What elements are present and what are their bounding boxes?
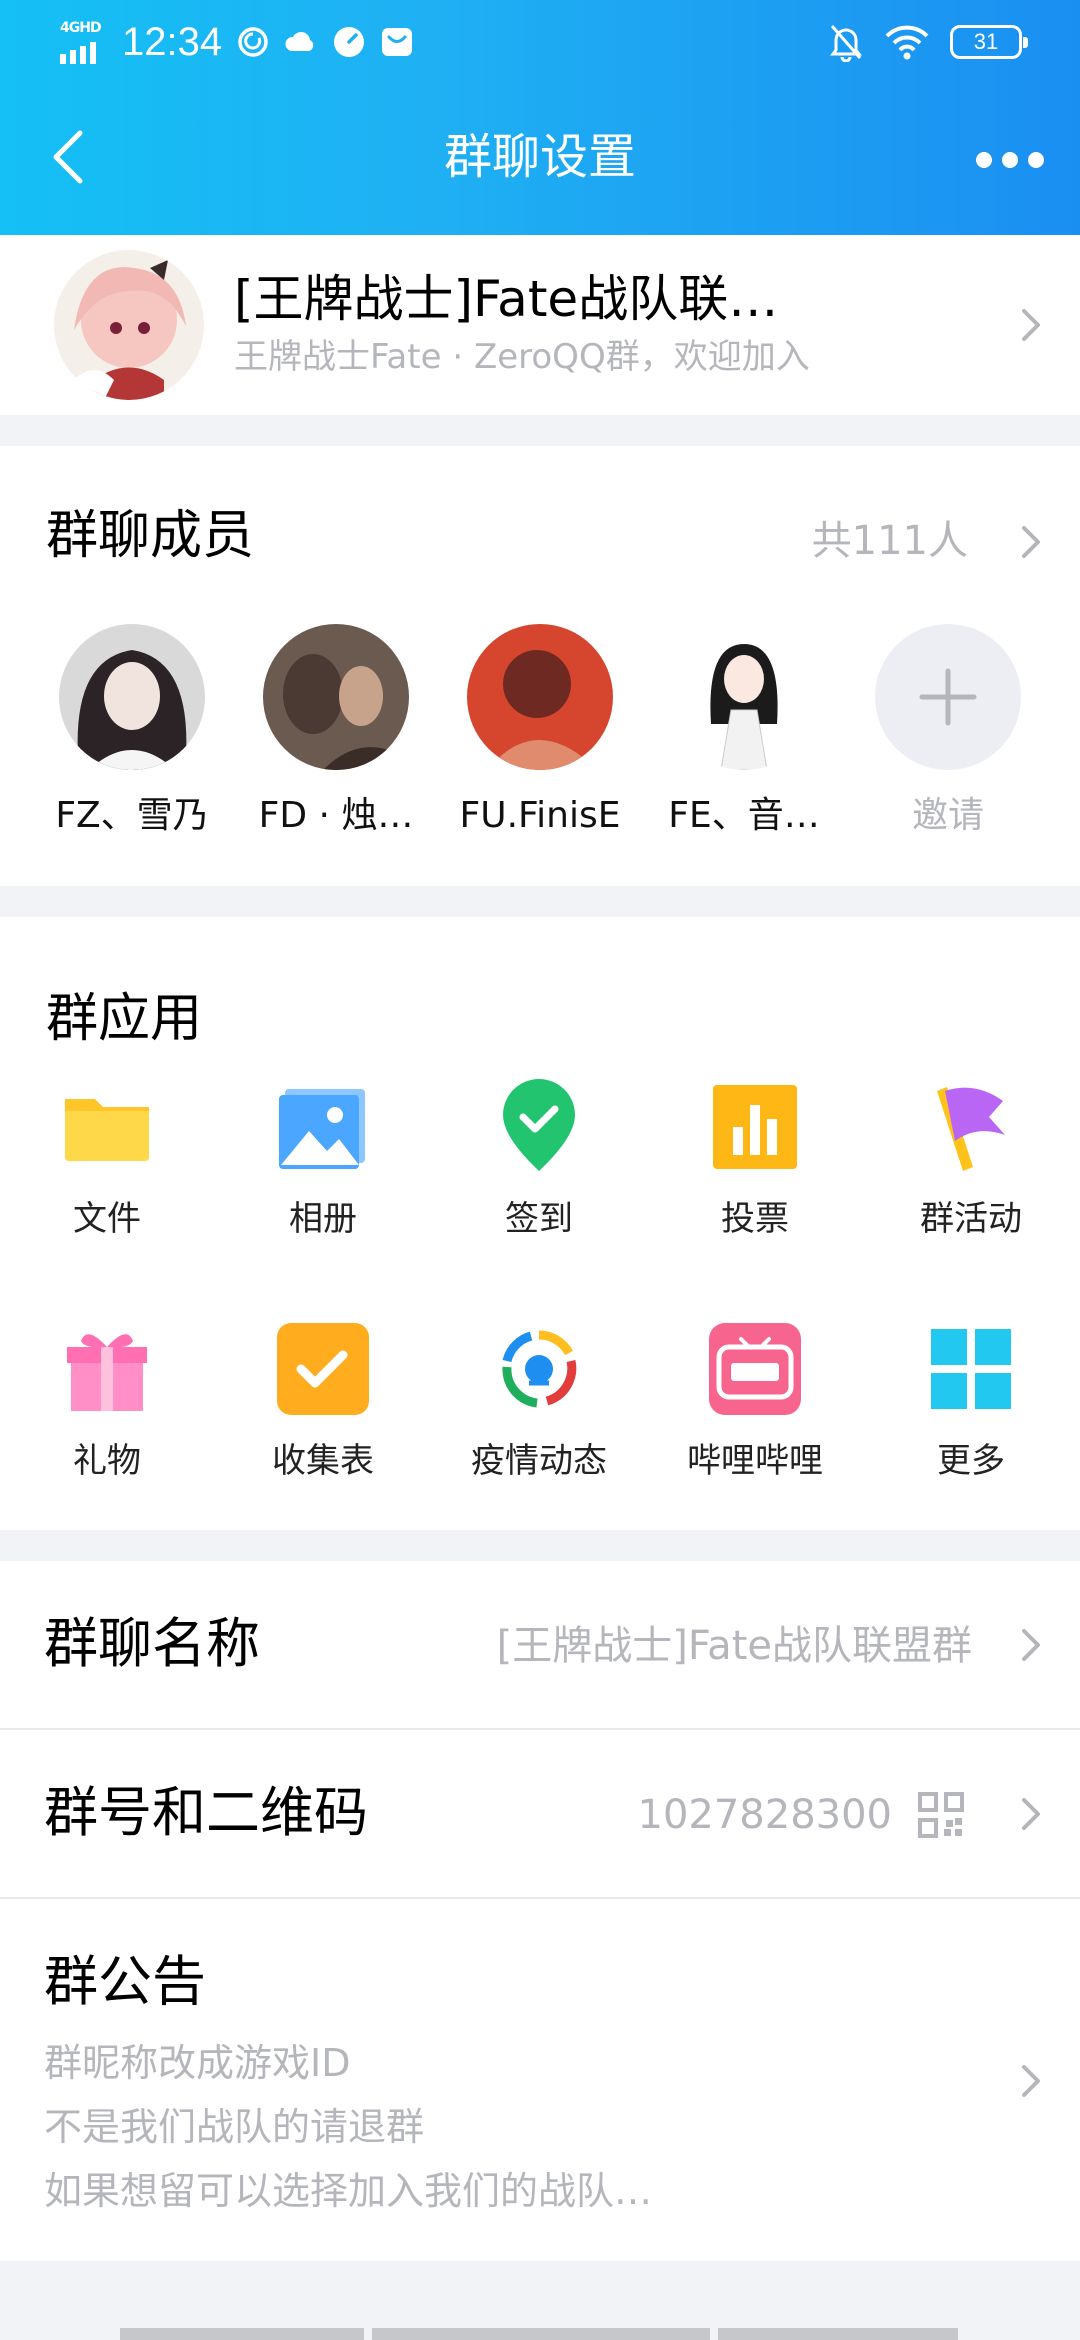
invite-avatar	[875, 624, 1021, 770]
wifi-icon	[885, 25, 929, 60]
app-form[interactable]: 收集表	[238, 1321, 408, 1483]
announcement-line: 不是我们战队的请退群	[44, 2105, 425, 2149]
member-name: FE、音…	[668, 795, 820, 836]
app-label: 疫情动态	[471, 1441, 607, 1481]
app-label: 相册	[289, 1199, 357, 1239]
netease-music-icon	[238, 27, 268, 57]
app-label: 更多	[937, 1441, 1005, 1481]
bilibili-icon	[709, 1323, 801, 1415]
album-icon	[279, 1089, 365, 1169]
app-epidemic[interactable]: 疫情动态	[454, 1321, 624, 1483]
header-bar: 4GHD 12:34 31 群聊设置	[0, 0, 1080, 235]
folder-icon	[65, 1099, 149, 1161]
group-id-row[interactable]: 群号和二维码 1027828300	[0, 1730, 1080, 1897]
app-label: 文件	[73, 1199, 141, 1239]
app-more[interactable]: 更多	[886, 1321, 1056, 1483]
member-avatar	[263, 624, 409, 770]
vote-icon	[713, 1085, 797, 1169]
member-item[interactable]: FZ、雪乃	[48, 624, 216, 840]
group-apps-card: 群应用 文件 相册 签到 投票 群活动 礼物 收集表 疫情动态 哔哩哔哩 更多	[0, 917, 1080, 1530]
speed-icon	[334, 27, 365, 57]
member-item[interactable]: FD · 烛…	[252, 624, 420, 840]
signal-icon: 4GHD	[58, 20, 108, 64]
app-file[interactable]: 文件	[22, 1079, 192, 1241]
group-description: 王牌战士Fate · ZeroQQ群，欢迎加入	[234, 337, 810, 377]
chevron-right-icon	[1020, 1627, 1042, 1663]
group-name: [王牌战士]Fate战队联…	[234, 270, 779, 328]
members-title: 群聊成员	[46, 506, 255, 566]
app-label: 收集表	[272, 1441, 374, 1481]
checkin-icon	[503, 1079, 575, 1171]
group-name-row[interactable]: 群聊名称 [王牌战士]Fate战队联盟群	[0, 1561, 1080, 1728]
mute-bell-icon	[830, 25, 862, 62]
announcement-label: 群公告	[44, 1950, 206, 2013]
more-dots-icon	[976, 152, 992, 168]
member-avatar	[671, 624, 817, 770]
battery-indicator: 31	[950, 25, 1028, 59]
chevron-right-icon	[1020, 307, 1042, 343]
app-activity[interactable]: 群活动	[886, 1079, 1056, 1241]
member-name: FD · 烛…	[258, 795, 414, 836]
app-label: 群活动	[920, 1199, 1022, 1239]
member-name: FZ、雪乃	[55, 795, 209, 836]
group-name-label: 群聊名称	[44, 1612, 260, 1675]
invite-button[interactable]: 邀请	[864, 624, 1032, 840]
epidemic-icon	[502, 1330, 577, 1408]
qrcode-icon	[918, 1792, 964, 1838]
plus-icon	[919, 668, 977, 726]
apps-title: 群应用	[46, 989, 203, 1049]
more-button[interactable]	[970, 140, 1050, 180]
status-time: 12:34	[122, 19, 223, 64]
app-label: 投票	[721, 1199, 789, 1239]
gift-icon	[67, 1334, 147, 1411]
battery-level: 31	[973, 29, 999, 54]
member-item[interactable]: FU.FinisE	[456, 624, 624, 840]
app-bilibili[interactable]: 哔哩哔哩	[670, 1321, 840, 1483]
group-avatar	[54, 250, 204, 400]
weather-icon	[285, 32, 314, 51]
grid-more-icon	[931, 1329, 1011, 1409]
group-name-value: [王牌战士]Fate战队联盟群	[496, 1623, 972, 1669]
member-avatar	[59, 624, 205, 770]
members-count[interactable]: 共111人	[812, 516, 968, 566]
status-bar: 4GHD 12:34 31	[0, 0, 1080, 84]
app-label: 签到	[505, 1199, 573, 1239]
announcement-line: 群昵称改成游戏ID	[44, 2041, 351, 2085]
network-type-label: 4GHD	[60, 20, 102, 36]
form-icon	[277, 1323, 369, 1415]
page-title: 群聊设置	[443, 129, 636, 185]
member-item[interactable]: FE、音…	[660, 624, 828, 840]
invite-label: 邀请	[911, 795, 984, 836]
group-info-card[interactable]: [王牌战士]Fate战队联… 王牌战士Fate · ZeroQQ群，欢迎加入	[0, 235, 1080, 415]
app-album[interactable]: 相册	[238, 1079, 408, 1241]
app-label: 礼物	[73, 1441, 141, 1481]
chevron-right-icon	[1020, 1796, 1042, 1832]
announcement-line: 如果想留可以选择加入我们的战队…	[44, 2169, 653, 2213]
app-vote[interactable]: 投票	[670, 1079, 840, 1241]
member-name: FU.FinisE	[459, 795, 621, 836]
app-checkin[interactable]: 签到	[454, 1079, 624, 1241]
chevron-right-icon[interactable]	[1020, 524, 1042, 560]
app-gift[interactable]: 礼物	[22, 1321, 192, 1483]
mail-icon	[382, 28, 413, 56]
app-label: 哔哩哔哩	[687, 1441, 823, 1481]
announcement-row[interactable]: 群公告 群昵称改成游戏ID 不是我们战队的请退群 如果想留可以选择加入我们的战队…	[0, 1899, 1080, 2261]
flag-icon	[937, 1087, 1005, 1171]
bottom-tab-strip	[120, 2328, 958, 2340]
member-avatar	[467, 624, 613, 770]
chevron-right-icon	[1020, 2063, 1042, 2099]
group-id-label: 群号和二维码	[44, 1781, 368, 1844]
members-card: 群聊成员 共111人 FZ、雪乃 FD · 烛… FU.FinisE FE、音……	[0, 446, 1080, 886]
group-id-value: 1027828300	[637, 1792, 893, 1838]
